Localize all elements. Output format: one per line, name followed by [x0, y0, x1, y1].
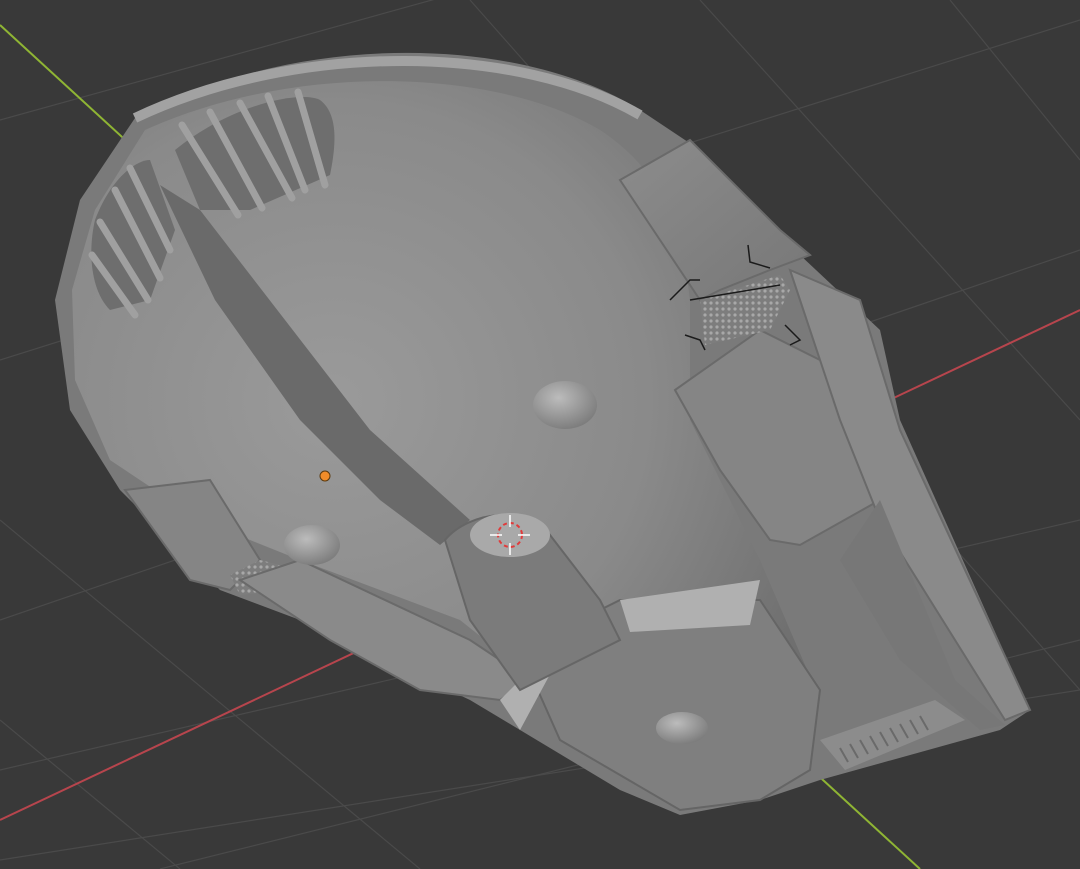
origin-dot-icon[interactable]	[319, 470, 331, 482]
bump-left	[284, 525, 340, 565]
helmet-model[interactable]	[55, 52, 1032, 816]
3d-viewport[interactable]	[0, 0, 1080, 869]
bump-bottom	[656, 712, 708, 744]
bump-top	[533, 381, 597, 429]
